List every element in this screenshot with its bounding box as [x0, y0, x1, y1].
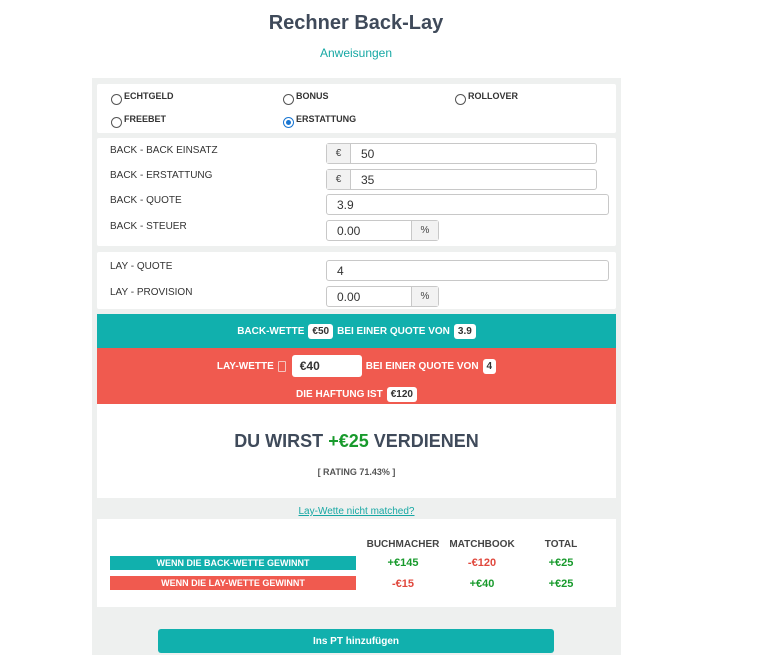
back-bet-prefix: BACK-WETTE [237, 325, 305, 337]
lay-bet-middle: BEI EINER QUOTE VON [365, 360, 479, 372]
radio-circle-icon [111, 117, 122, 128]
radio-label: ERSTATTUNG [296, 114, 357, 124]
radio-checked-icon [283, 117, 294, 128]
back-bet-stake: €50 [308, 323, 334, 339]
lay-odds-input[interactable]: 4 [326, 260, 609, 281]
row-label-lay-wins: WENN DIE LAY-WETTE GEWINNT [110, 576, 356, 590]
lay-commission-value: 0.00 [337, 289, 361, 304]
row-label-back-wins: WENN DIE BACK-WETTE GEWINNT [110, 556, 356, 570]
percent-suffix: % [411, 287, 438, 306]
back-bet-summary: BACK-WETTE €50 BEI EINER QUOTE VON 3.9 [97, 314, 616, 348]
rating-text: [ RATING 71.43% ] [317, 467, 396, 477]
radio-rollover[interactable]: ROLLOVER [455, 91, 518, 105]
lay-bet-prefix: LAY-WETTE [216, 360, 274, 372]
radio-echtgeld[interactable]: ECHTGELD [111, 91, 174, 105]
back-odds-input[interactable]: 3.9 [326, 194, 609, 215]
back-stake-value: 50 [361, 146, 375, 161]
result-card: DU WIRST +€25 VERDIENEN [ RATING 71.43% … [97, 404, 616, 498]
back-refund-input[interactable]: € 35 [326, 169, 597, 190]
outcome-table: BUCHMACHER MATCHBOOK TOTAL WENN DIE BACK… [97, 519, 616, 607]
euro-prefix: € [327, 170, 351, 189]
liability-value: €120 [386, 387, 417, 402]
radio-circle-icon [283, 94, 294, 105]
back-wins-matchbook: -€120 [467, 557, 497, 569]
liability-label: DIE HAFTUNG IST [296, 389, 383, 400]
back-stake-label: BACK - BACK EINSATZ [110, 145, 218, 156]
lay-bet-summary: LAY-WETTE €40 BEI EINER QUOTE VON 4 DIE … [97, 348, 616, 404]
radio-label: ECHTGELD [124, 91, 174, 101]
col-header-matchbook: MATCHBOOK [449, 539, 515, 550]
add-to-pt-button[interactable]: Ins PT hinzufügen [158, 629, 554, 653]
lay-stake-field[interactable]: €40 [291, 355, 362, 377]
radio-label: BONUS [296, 91, 329, 101]
back-bet-middle: BEI EINER QUOTE VON [337, 325, 450, 337]
radio-erstattung[interactable]: ERSTATTUNG [283, 114, 356, 128]
bet-type-group: ECHTGELD BONUS ROLLOVER FREEBET ERSTATTU… [97, 84, 616, 133]
lay-wins-total: +€25 [548, 578, 574, 590]
back-refund-value: 35 [361, 172, 375, 187]
lay-commission-label: LAY - PROVISION [110, 287, 193, 298]
radio-bonus[interactable]: BONUS [283, 91, 329, 105]
radio-label: ROLLOVER [468, 91, 519, 101]
lay-wins-bookmaker: -€15 [391, 578, 415, 590]
back-wins-total: +€25 [548, 557, 574, 569]
lay-odds-value: 4 [337, 263, 344, 278]
percent-suffix: % [411, 221, 438, 240]
profit-post: VERDIENEN [373, 431, 479, 451]
euro-prefix: € [327, 144, 351, 163]
radio-freebet[interactable]: FREEBET [111, 114, 166, 128]
lay-wins-matchbook: +€40 [469, 578, 495, 590]
radio-circle-icon [111, 94, 122, 105]
clipboard-icon[interactable] [277, 360, 286, 372]
back-tax-value: 0.00 [337, 223, 361, 238]
back-wins-bookmaker: +€145 [387, 557, 419, 569]
back-bet-odds: 3.9 [453, 323, 476, 339]
back-refund-label: BACK - ERSTATTUNG [110, 170, 213, 181]
profit-headline: DU WIRST +€25 VERDIENEN [97, 431, 616, 452]
back-tax-label: BACK - STEUER [110, 221, 187, 232]
back-inputs-card: BACK - BACK EINSATZ € 50 BACK - ERSTATTU… [97, 138, 616, 246]
back-odds-label: BACK - QUOTE [110, 195, 182, 206]
col-header-total: TOTAL [544, 539, 578, 550]
lay-odds-label: LAY - QUOTE [110, 261, 173, 272]
lay-bet-odds: 4 [482, 358, 497, 374]
instructions-link[interactable]: Anweisungen [0, 46, 712, 60]
back-tax-input[interactable]: 0.00 % [326, 220, 439, 241]
back-odds-value: 3.9 [337, 197, 354, 212]
profit-pre: DU WIRST [234, 431, 324, 451]
profit-amount: +€25 [328, 431, 369, 451]
back-stake-input[interactable]: € 50 [326, 143, 597, 164]
col-header-bookmaker: BUCHMACHER [366, 539, 440, 550]
lay-not-matched-link[interactable]: Lay-Wette nicht matched? [92, 506, 621, 517]
lay-commission-input[interactable]: 0.00 % [326, 286, 439, 307]
calculator-panel: ECHTGELD BONUS ROLLOVER FREEBET ERSTATTU… [92, 78, 621, 655]
page-title: Rechner Back-Lay [268, 12, 444, 34]
radio-circle-icon [455, 94, 466, 105]
lay-inputs-card: LAY - QUOTE 4 LAY - PROVISION 0.00 % [97, 252, 616, 309]
radio-label: FREEBET [124, 114, 167, 124]
